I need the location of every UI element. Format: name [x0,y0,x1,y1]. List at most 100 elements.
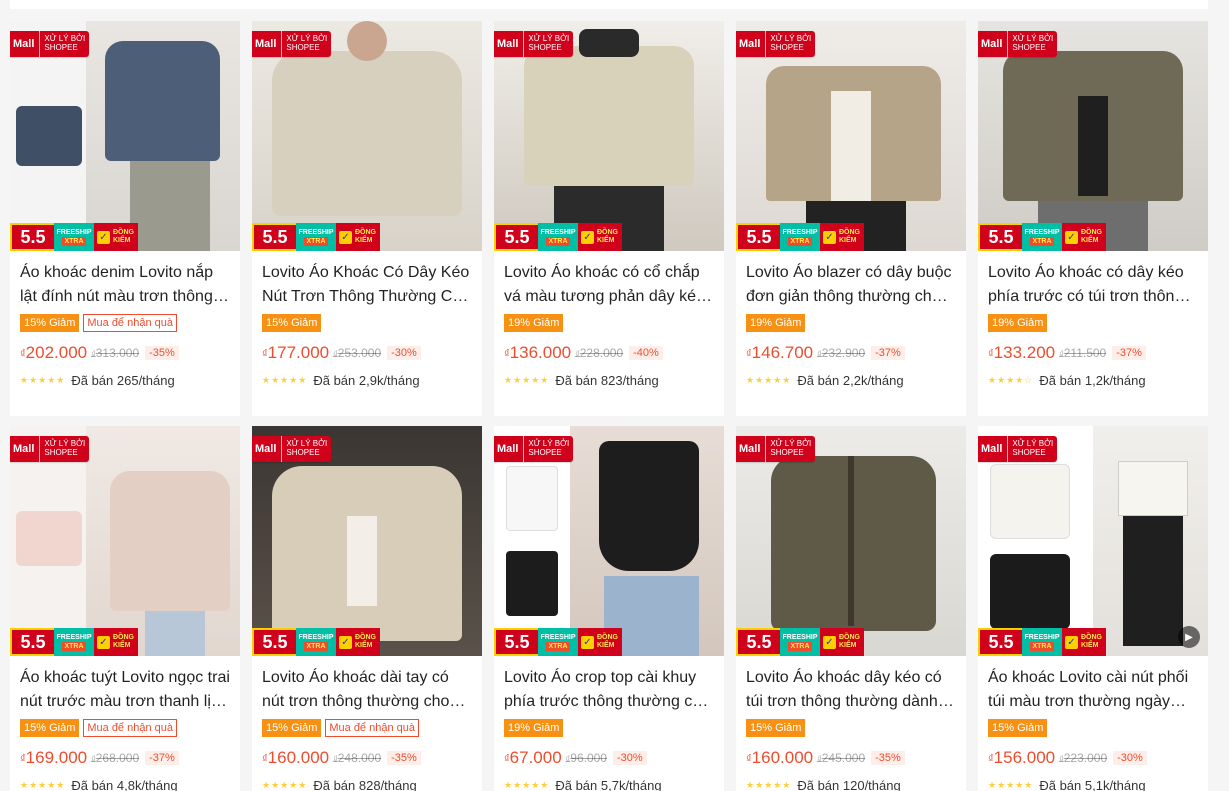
discount-tag: 19% Giảm [504,314,564,332]
discount-tag: 19% Giảm [988,314,1048,332]
rating-stars-icon: ★★★★★ [262,780,308,790]
promo-strip: 5.5 FREESHIP XTRA ✓ ĐỒNG KIỂM [252,628,380,656]
price: ₫169.000 [20,748,88,767]
product-title[interactable]: Lovito Áo khoác dây kéo có túi trơn thôn… [746,666,956,714]
product-title[interactable]: Lovito Áo blazer có dây buộc đơn giản th… [746,261,956,309]
promo-strip: 5.5 FREESHIP XTRA ✓ ĐỒNG KIỂM [10,223,138,251]
product-card[interactable]: Mall XỬ LÝ BỞI SHOPEE 5.5 FREESHIP XTRA ✓ ĐỒNG… [736,21,966,416]
promo-strip: 5.5 FREESHIP XTRA ✓ ĐỒNG KIỂM [736,223,864,251]
old-price: ₫253.000 [333,346,382,360]
discount-tag: 15% Giảm [746,719,806,737]
product-card[interactable]: Mall XỬ LÝ BỞI SHOPEE 5.5 FREESHIP XTRA ✓ ĐỒNG… [252,426,482,791]
product-title[interactable]: Áo khoác Lovito cài nút phối túi màu trơ… [988,666,1198,714]
product-title[interactable]: Lovito Áo khoác dài tay có nút trơn thôn… [262,666,472,714]
old-price: ₫228.000 [575,346,624,360]
product-image[interactable]: Mall XỬ LÝ BỞI SHOPEE 5.5 FREESHIP XTRA ✓ ĐỒNG… [252,21,482,251]
sold-count: Đã bán 4,8k/tháng [71,778,178,791]
product-title[interactable]: Lovito Áo khoác có cổ chắp vá màu tương … [504,261,714,309]
product-image[interactable]: Mall XỬ LÝ BỞI SHOPEE 5.5 FREESHIP XTRA ✓ ĐỒNG… [494,426,724,656]
product-image[interactable]: Mall XỬ LÝ BỞI SHOPEE 5.5 FREESHIP XTRA ✓ ĐỒNG… [978,426,1208,656]
product-title[interactable]: Lovito Áo Khoác Có Dây Kéo Nút Trơn Thôn… [262,261,472,309]
discount-tag: 15% Giảm [20,314,80,332]
sold-count: Đã bán 5,7k/tháng [555,778,662,791]
product-card[interactable]: Mall XỬ LÝ BỞI SHOPEE 5.5 FREESHIP XTRA ✓ ĐỒNG… [978,21,1208,416]
promo-strip: 5.5 FREESHIP XTRA ✓ ĐỒNG KIỂM [494,628,622,656]
promo-strip: 5.5 FREESHIP XTRA ✓ ĐỒNG KIỂM [978,223,1106,251]
old-price: ₫248.000 [333,751,382,765]
sold-count: Đã bán 5,1k/tháng [1039,778,1146,791]
rating-stars-icon: ★★★★★ [504,780,550,790]
discount-percent: -37% [1112,346,1146,360]
promo-strip: 5.5 FREESHIP XTRA ✓ ĐỒNG KIỂM [10,628,138,656]
mall-badge: Mall XỬ LÝ BỞI SHOPEE [736,436,816,462]
discount-tag: 15% Giảm [988,719,1048,737]
mall-badge: Mall XỬ LÝ BỞI SHOPEE [10,31,90,57]
price: ₫202.000 [20,343,88,362]
rating-stars-icon: ★★★★★ [262,375,308,385]
product-image[interactable]: Mall XỬ LÝ BỞI SHOPEE 5.5 FREESHIP XTRA ✓ ĐỒNG… [252,426,482,656]
mall-badge: Mall XỬ LÝ BỞI SHOPEE [494,31,574,57]
product-image[interactable]: Mall XỬ LÝ BỞI SHOPEE 5.5 FREESHIP XTRA ✓ ĐỒNG… [978,21,1208,251]
rating-stars-icon: ★★★★★ [504,375,550,385]
check-icon: ✓ [581,635,594,649]
old-price: ₫96.000 [565,751,607,765]
product-image[interactable]: Mall XỬ LÝ BỞI SHOPEE 5.5 FREESHIP XTRA ✓ ĐỒNG… [736,426,966,656]
sold-count: Đã bán 265/tháng [71,373,175,388]
discount-percent: -35% [387,751,421,765]
price: ₫160.000 [262,748,330,767]
discount-tag: 19% Giảm [504,719,564,737]
mall-badge: Mall XỬ LÝ BỞI SHOPEE [252,31,332,57]
check-icon: ✓ [1065,635,1078,649]
check-icon: ✓ [581,230,594,244]
discount-tag: 15% Giảm [20,719,80,737]
mall-badge: Mall XỬ LÝ BỞI SHOPEE [252,436,332,462]
promo-strip: 5.5 FREESHIP XTRA ✓ ĐỒNG KIỂM [978,628,1106,656]
old-price: ₫245.000 [817,751,866,765]
discount-tag: 15% Giảm [262,314,322,332]
product-image[interactable]: Mall XỬ LÝ BỞI SHOPEE 5.5 FREESHIP XTRA ✓ ĐỒNG… [10,21,240,251]
check-icon: ✓ [339,635,352,649]
old-price: ₫313.000 [91,346,140,360]
discount-percent: -30% [612,751,647,765]
product-card[interactable]: Mall XỬ LÝ BỞI SHOPEE 5.5 FREESHIP XTRA ✓ ĐỒNG… [10,21,240,416]
discount-percent: -40% [629,346,663,360]
product-card[interactable]: Mall XỬ LÝ BỞI SHOPEE 5.5 FREESHIP XTRA ✓ ĐỒNG… [494,426,724,791]
rating-stars-icon: ★★★★★ [20,780,66,790]
discount-tag: 15% Giảm [262,719,322,737]
old-price: ₫211.500 [1059,346,1107,360]
product-image[interactable]: Mall XỬ LÝ BỞI SHOPEE 5.5 FREESHIP XTRA ✓ ĐỒNG… [494,21,724,251]
play-video-icon[interactable]: ▶ [1178,626,1200,648]
product-card[interactable]: Mall XỬ LÝ BỞI SHOPEE 5.5 FREESHIP XTRA ✓ ĐỒNG… [252,21,482,416]
promo-strip: 5.5 FREESHIP XTRA ✓ ĐỒNG KIỂM [736,628,864,656]
product-title[interactable]: Áo khoác tuýt Lovito ngọc trai nút trước… [20,666,230,714]
old-price: ₫223.000 [1059,751,1108,765]
check-icon: ✓ [1065,230,1078,244]
product-title[interactable]: Lovito Áo khoác có dây kéo phía trước có… [988,261,1198,309]
discount-percent: -37% [871,346,905,360]
mall-badge: Mall XỬ LÝ BỞI SHOPEE [10,436,90,462]
product-card[interactable]: Mall XỬ LÝ BỞI SHOPEE 5.5 FREESHIP XTRA ✓ ĐỒNG… [978,426,1208,791]
mall-badge: Mall XỬ LÝ BỞI SHOPEE [494,436,574,462]
rating-stars-icon: ★★★★★ [746,780,792,790]
product-title[interactable]: Áo khoác denim Lovito nắp lật đính nút m… [20,261,230,309]
product-card[interactable]: Mall XỬ LÝ BỞI SHOPEE 5.5 FREESHIP XTRA ✓ ĐỒNG… [736,426,966,791]
product-image[interactable]: Mall XỬ LÝ BỞI SHOPEE 5.5 FREESHIP XTRA ✓ ĐỒNG… [736,21,966,251]
check-icon: ✓ [339,230,352,244]
price: ₫133.200 [988,343,1056,362]
gift-tag: Mua để nhận quà [325,719,419,737]
discount-tag: 19% Giảm [746,314,806,332]
price: ₫146.700 [746,343,814,362]
product-title[interactable]: Lovito Áo crop top cài khuy phía trước t… [504,666,714,714]
old-price: ₫232.900 [817,346,866,360]
product-card[interactable]: Mall XỬ LÝ BỞI SHOPEE 5.5 FREESHIP XTRA ✓ ĐỒNG… [10,426,240,791]
price: ₫136.000 [504,343,572,362]
discount-percent: -35% [145,346,179,360]
product-card[interactable]: Mall XỬ LÝ BỞI SHOPEE 5.5 FREESHIP XTRA ✓ ĐỒNG… [494,21,724,416]
price: ₫156.000 [988,748,1056,767]
product-image[interactable]: Mall XỬ LÝ BỞI SHOPEE 5.5 FREESHIP XTRA ✓ ĐỒNG… [10,426,240,656]
rating-stars-icon: ★★★★★ [988,780,1034,790]
sold-count: Đã bán 823/tháng [555,373,659,388]
price: ₫67.000 [504,748,562,767]
price: ₫177.000 [262,343,330,362]
discount-percent: -30% [1113,751,1147,765]
